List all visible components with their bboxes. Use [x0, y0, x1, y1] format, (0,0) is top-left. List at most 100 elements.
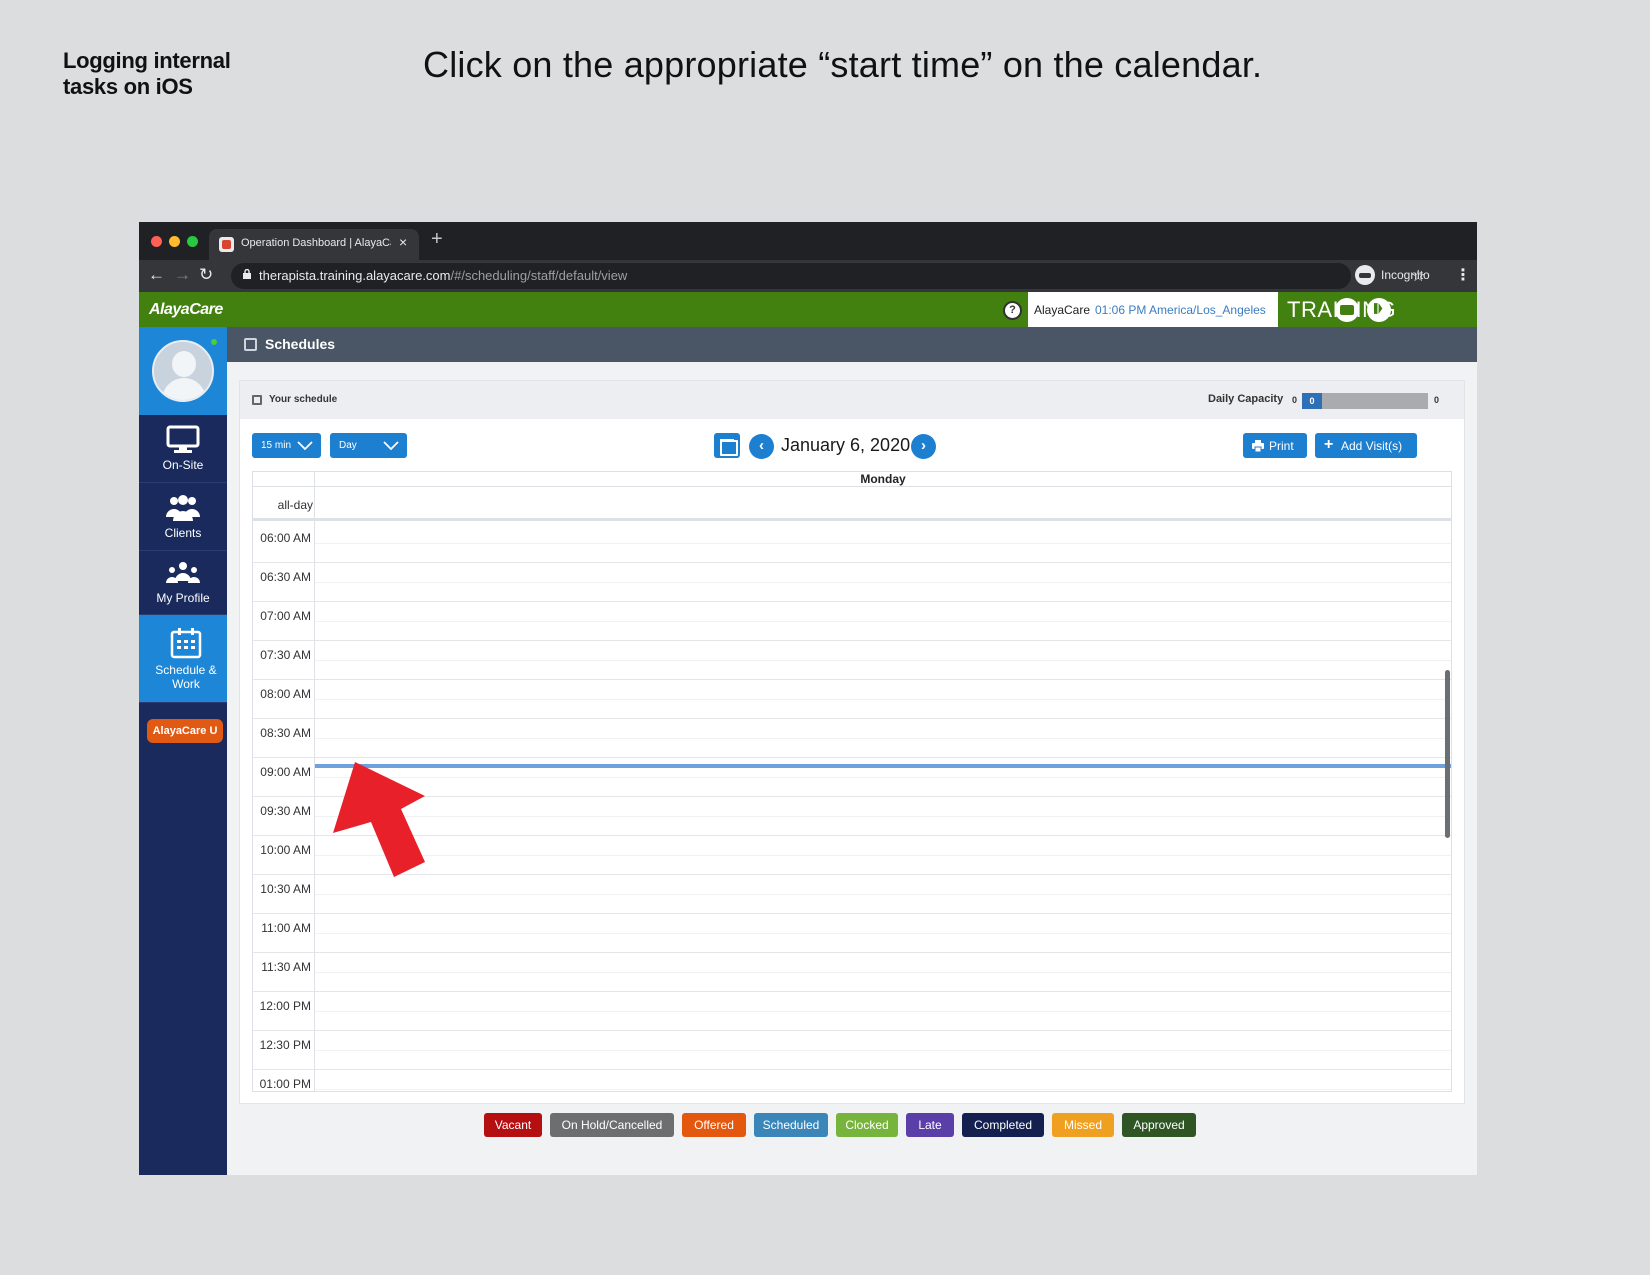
timezone-box: AlayaCare 01:06 PM America/Los_Angeles: [1028, 292, 1278, 327]
time-slot-row[interactable]: 11:00 AM: [253, 914, 1451, 953]
back-arrow-icon[interactable]: ←: [148, 265, 165, 285]
interval-value: 15 min: [261, 440, 292, 451]
tab-title: Operation Dashboard | AlayaCare: [241, 237, 391, 249]
half-slot-line: [315, 660, 1451, 661]
legend-missed: Missed: [1052, 1113, 1114, 1137]
url-host: therapista.training.alayacare.com: [259, 268, 451, 283]
time-slot-row[interactable]: 06:30 AM: [253, 563, 1451, 602]
half-slot-line: [315, 543, 1451, 544]
time-label: 10:00 AM: [260, 843, 311, 857]
time-slot-row[interactable]: 11:30 AM: [253, 953, 1451, 992]
browser-menu-icon[interactable]: ⋮: [1455, 265, 1471, 285]
calendar-scrollbar[interactable]: [1445, 670, 1450, 838]
all-day-row[interactable]: all-day: [253, 486, 1451, 521]
incognito-icon[interactable]: [1355, 265, 1375, 285]
time-column-divider: [314, 472, 315, 1091]
close-window-dot[interactable]: [151, 236, 162, 247]
time-label: 01:00 PM: [259, 1077, 311, 1091]
app-header: AlayaCare ? AlayaCare 01:06 PM America/L…: [139, 292, 1477, 327]
timezone-value: America/Los_Angeles: [1149, 303, 1266, 317]
time-slot-row[interactable]: 12:00 PM: [253, 992, 1451, 1031]
new-tab-icon[interactable]: +: [431, 228, 443, 251]
browser-tab[interactable]: Operation Dashboard | AlayaCare ×: [209, 229, 419, 260]
tab-bar: Operation Dashboard | AlayaCare × +: [139, 222, 1477, 260]
lock-icon: [243, 269, 251, 279]
calendar-icon: [170, 628, 202, 659]
online-status-dot: [211, 339, 217, 345]
alayacare-favicon-icon: [219, 237, 234, 252]
sidebar-item-on-site[interactable]: On-Site: [139, 415, 227, 483]
half-slot-line: [315, 1011, 1451, 1012]
time-slot-row[interactable]: 06:00 AM: [253, 524, 1451, 563]
previous-day-button[interactable]: ‹: [749, 434, 774, 459]
alayacare-u-button[interactable]: AlayaCare U: [147, 719, 223, 743]
time-label: 07:00 AM: [260, 609, 311, 623]
logout-icon[interactable]: [1367, 298, 1391, 322]
schedule-panel: Your schedule Daily Capacity 0 0 0 15 mi…: [239, 380, 1465, 1137]
view-value: Day: [339, 440, 357, 451]
half-slot-line: [315, 855, 1451, 856]
capacity-min: 0: [1292, 395, 1298, 405]
url-text: therapista.training.alayacare.com/#/sche…: [259, 268, 627, 283]
daily-capacity-bar: 0: [1302, 393, 1428, 409]
page-title: Schedules: [265, 336, 336, 352]
pointer-arrow-icon: [333, 762, 425, 877]
mail-icon[interactable]: [1335, 298, 1359, 322]
minimize-window-dot[interactable]: [169, 236, 180, 247]
instruction-text: Click on the appropriate “start time” on…: [423, 44, 1263, 85]
sidebar: On-Site Clients My Profile Schedule & Wo…: [139, 327, 233, 1175]
panel-title: Your schedule: [269, 394, 338, 405]
time-label: 06:30 AM: [260, 570, 311, 584]
half-slot-line: [315, 582, 1451, 583]
alayacare-logo[interactable]: AlayaCare: [149, 301, 223, 319]
plus-icon: +: [1324, 436, 1334, 453]
legend-approved: Approved: [1122, 1113, 1196, 1137]
capacity-fill: 0: [1302, 393, 1322, 409]
sidebar-item-my-profile[interactable]: My Profile: [139, 551, 227, 615]
address-bar: ← → ↻ therapista.training.alayacare.com/…: [139, 260, 1477, 292]
time-label: 07:30 AM: [260, 648, 311, 662]
capacity-max: 0: [1434, 395, 1440, 405]
url-path: /#/scheduling/staff/default/view: [450, 268, 628, 283]
add-visit-label: Add Visit(s): [1341, 439, 1403, 453]
time-label: 10:30 AM: [260, 882, 311, 896]
time-label: 08:00 AM: [260, 687, 311, 701]
forward-arrow-icon[interactable]: →: [174, 265, 191, 285]
time-slot-row[interactable]: 01:00 PM: [253, 1070, 1451, 1091]
daily-capacity-label: Daily Capacity: [1208, 393, 1284, 405]
time-slot-row[interactable]: 08:30 AM: [253, 719, 1451, 758]
half-slot-line: [315, 1050, 1451, 1051]
time-label: 11:30 AM: [261, 960, 311, 974]
time-label: 12:00 PM: [259, 999, 311, 1013]
time-slot-row[interactable]: 12:30 PM: [253, 1031, 1451, 1070]
help-icon[interactable]: ?: [1003, 301, 1022, 320]
time-slot-row[interactable]: 08:00 AM: [253, 680, 1451, 719]
sidebar-item-schedule-work[interactable]: Schedule & Work: [139, 615, 233, 703]
incognito-label: Incognito: [1381, 268, 1430, 282]
time-label: 09:30 AM: [260, 804, 311, 818]
time-slot-row[interactable]: 07:00 AM: [253, 602, 1451, 641]
time-label: 09:00 AM: [260, 765, 311, 779]
time-label: 11:00 AM: [261, 921, 311, 935]
time-value: 01:06 PM: [1095, 303, 1147, 317]
print-button[interactable]: Print: [1243, 433, 1307, 458]
chevron-down-icon: [383, 441, 399, 451]
next-day-button[interactable]: ›: [911, 434, 936, 459]
close-tab-icon[interactable]: ×: [399, 234, 407, 250]
avatar-area[interactable]: [139, 327, 227, 415]
date-picker-button[interactable]: [714, 433, 740, 458]
url-field[interactable]: therapista.training.alayacare.com/#/sche…: [231, 263, 1425, 289]
maximize-window-dot[interactable]: [187, 236, 198, 247]
selected-start-time-line[interactable]: [315, 764, 1451, 768]
sidebar-item-clients[interactable]: Clients: [139, 483, 227, 551]
half-slot-line: [315, 699, 1451, 700]
interval-select[interactable]: 15 min: [252, 433, 321, 458]
add-visit-button[interactable]: + Add Visit(s): [1315, 433, 1417, 458]
time-label: 08:30 AM: [260, 726, 311, 740]
half-slot-line: [315, 1089, 1451, 1090]
time-slot-row[interactable]: 07:30 AM: [253, 641, 1451, 680]
legend-clocked: Clocked: [836, 1113, 898, 1137]
view-select[interactable]: Day: [330, 433, 407, 458]
avatar[interactable]: [152, 340, 214, 402]
reload-icon[interactable]: ↻: [199, 265, 213, 285]
